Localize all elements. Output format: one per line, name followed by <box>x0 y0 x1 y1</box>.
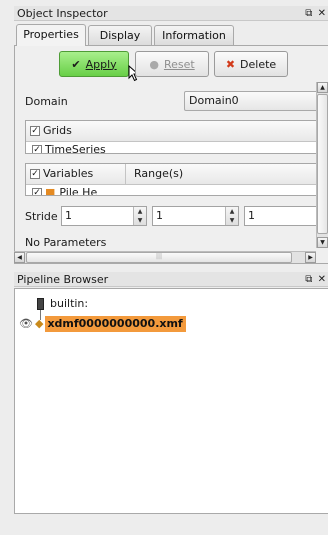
stride-y-value: 1 <box>156 209 163 222</box>
inspector-horizontal-scrollbar[interactable]: ◀ ||| ▶ <box>14 251 316 263</box>
scroll-right-icon[interactable]: ▶ <box>305 252 316 263</box>
tab-information-label: Information <box>162 29 226 42</box>
stride-x-spinbox[interactable]: 1 ▲ ▼ <box>61 206 147 226</box>
object-inspector-titlebar: Object Inspector ⧉ ✕ <box>14 6 328 21</box>
object-inspector-title: Object Inspector <box>17 7 108 20</box>
grids-list[interactable]: ✓ Grids ✓ TimeSeries <box>25 120 318 154</box>
tab-display-label: Display <box>99 29 141 42</box>
pile-label: Pile He <box>59 186 98 196</box>
reset-button-label: Reset <box>163 57 195 71</box>
domain-value: Domain0 <box>189 94 239 107</box>
reset-icon: ● <box>149 57 159 71</box>
tab-properties[interactable]: Properties <box>16 24 86 46</box>
grids-header[interactable]: ✓ Grids <box>26 121 317 142</box>
stride-x-arrows[interactable]: ▲ ▼ <box>133 207 146 225</box>
eye-visibility-icon[interactable]: 👁 <box>19 317 33 330</box>
ranges-header[interactable]: Range(s) <box>126 164 317 185</box>
variables-header-checkbox[interactable]: ✓ <box>30 169 40 179</box>
server-icon <box>37 298 44 310</box>
float-dock-icon[interactable]: ⧉ <box>305 274 313 285</box>
ranges-header-label: Range(s) <box>134 167 184 180</box>
tab-properties-label: Properties <box>23 28 79 41</box>
timeseries-checkbox[interactable]: ✓ <box>32 145 42 153</box>
variables-list[interactable]: ✓ Variables Range(s) ✓ ■ Pile He <box>25 163 318 196</box>
grids-header-checkbox[interactable]: ✓ <box>30 126 40 136</box>
close-dock-icon[interactable]: ✕ <box>318 274 327 285</box>
list-item[interactable]: ✓ ■ Pile He <box>32 185 98 196</box>
float-dock-icon[interactable]: ⧉ <box>305 8 313 19</box>
timeseries-label: TimeSeries <box>45 143 106 154</box>
scroll-up-icon[interactable]: ▲ <box>317 82 328 93</box>
variables-header[interactable]: ✓ Variables <box>26 164 126 185</box>
reset-button[interactable]: ● Reset <box>135 51 209 77</box>
scroll-left-icon[interactable]: ◀ <box>14 252 25 263</box>
cell-data-icon: ■ <box>45 186 56 196</box>
stride-y-arrows[interactable]: ▲ ▼ <box>225 207 238 225</box>
stride-z-value: 1 <box>248 209 255 222</box>
tab-information[interactable]: Information <box>154 25 234 45</box>
apply-button-label: Apply <box>85 57 117 71</box>
inspector-vertical-scrollbar[interactable]: ▲ ▼ <box>316 82 328 248</box>
domain-combo[interactable]: Domain0 <box>184 91 318 111</box>
stride-z-spinbox[interactable]: 1 <box>244 206 318 226</box>
pipeline-browser-titlebar: Pipeline Browser ⧉ ✕ <box>14 272 328 287</box>
close-dock-icon[interactable]: ✕ <box>318 8 327 19</box>
delete-button-label: Delete <box>240 57 277 71</box>
reader-cube-icon: ◆ <box>34 317 44 330</box>
inspector-tabbar: Properties Display Information <box>14 24 328 46</box>
pile-checkbox[interactable]: ✓ <box>32 188 42 195</box>
vertical-scroll-thumb[interactable] <box>317 94 328 234</box>
xdmf-label: xdmf0000000000.xmf <box>45 316 186 332</box>
tree-item-builtin[interactable]: builtin: <box>37 296 88 312</box>
list-item[interactable]: ✓ TimeSeries <box>32 142 106 154</box>
scroll-down-icon[interactable]: ▼ <box>317 237 328 248</box>
apply-button[interactable]: ✔ Apply <box>59 51 129 77</box>
pipeline-tree[interactable]: builtin: 👁 ◆ xdmf0000000000.xmf <box>14 288 328 514</box>
properties-pane: ✔ Apply ● Reset ✖ Delete Domain Domain0 … <box>14 45 328 264</box>
stride-y-spinbox[interactable]: 1 ▲ ▼ <box>152 206 239 226</box>
tab-display[interactable]: Display <box>88 25 152 45</box>
grids-header-label: Grids <box>43 124 72 137</box>
tree-item-xdmf[interactable]: 👁 ◆ xdmf0000000000.xmf <box>19 316 186 332</box>
apply-icon: ✔ <box>71 57 81 71</box>
horizontal-scroll-thumb[interactable]: ||| <box>26 252 292 263</box>
stride-x-value: 1 <box>65 209 72 222</box>
stride-label: Stride <box>25 210 58 223</box>
variables-header-label: Variables <box>43 167 94 180</box>
pipeline-browser-title: Pipeline Browser <box>17 273 109 286</box>
builtin-label: builtin: <box>50 297 89 310</box>
delete-icon: ✖ <box>225 57 236 71</box>
delete-button[interactable]: ✖ Delete <box>214 51 288 77</box>
no-parameters-label: No Parameters <box>25 236 107 249</box>
domain-label: Domain <box>25 95 68 108</box>
